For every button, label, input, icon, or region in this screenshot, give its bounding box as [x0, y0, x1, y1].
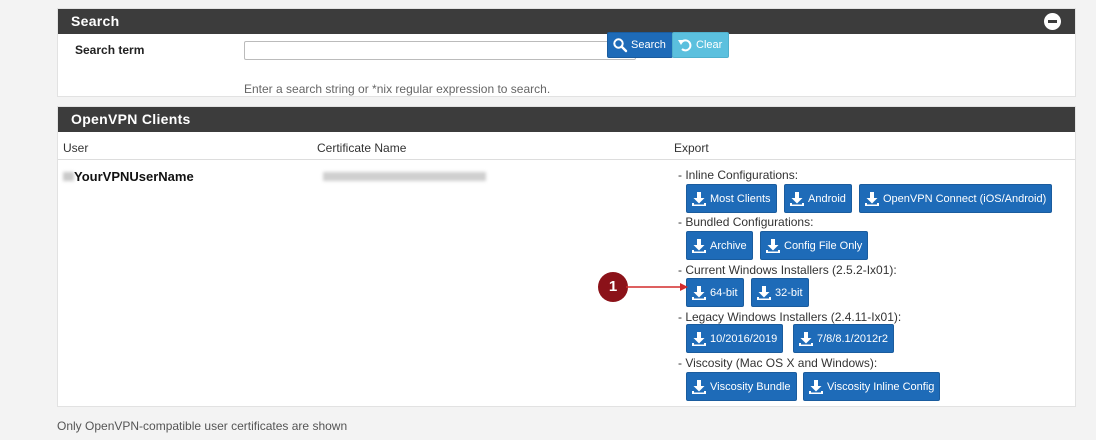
download-icon [691, 331, 707, 347]
config-file-only-label: Config File Only [784, 239, 863, 252]
redacted-certificate-name [323, 172, 486, 181]
download-icon [789, 191, 805, 207]
legacy-windows-installers-label: - Legacy Windows Installers (2.4.11-Ix01… [678, 310, 902, 324]
column-header-export: Export [674, 141, 709, 155]
download-icon [756, 285, 772, 301]
download-icon [808, 379, 824, 395]
search-input[interactable] [244, 41, 636, 60]
header-divider [58, 159, 1075, 160]
installer-32bit-label: 32-bit [775, 286, 803, 299]
viscosity-inline-config-button[interactable]: Viscosity Inline Config [803, 372, 941, 401]
callout-arrow [626, 283, 688, 291]
download-icon [691, 379, 707, 395]
legacy-installer-7-button[interactable]: 7/8/8.1/2012r2 [793, 324, 894, 353]
installer-32bit-button[interactable]: 32-bit [751, 278, 809, 307]
user-name: YourVPNUserName [74, 169, 194, 184]
legacy-installer-7-label: 7/8/8.1/2012r2 [817, 332, 888, 345]
android-label: Android [808, 192, 846, 205]
search-button[interactable]: Search [607, 32, 673, 58]
viscosity-label: - Viscosity (Mac OS X and Windows): [678, 356, 878, 370]
search-panel-heading: Search [58, 9, 1075, 34]
magnifier-icon [612, 37, 628, 53]
search-help-text: Enter a search string or *nix regular ex… [244, 82, 551, 96]
download-icon [765, 238, 781, 254]
most-clients-label: Most Clients [710, 192, 771, 205]
redacted-text [63, 172, 74, 181]
clear-button[interactable]: Clear [672, 32, 730, 58]
clients-panel-heading: OpenVPN Clients [58, 107, 1075, 132]
viscosity-bundle-button[interactable]: Viscosity Bundle [686, 372, 797, 401]
android-button[interactable]: Android [784, 184, 852, 213]
search-term-label: Search term [75, 43, 145, 57]
openvpn-connect-label: OpenVPN Connect (iOS/Android) [883, 192, 1047, 205]
download-icon [798, 331, 814, 347]
column-header-certificate: Certificate Name [317, 141, 407, 155]
viscosity-bundle-label: Viscosity Bundle [710, 380, 791, 393]
legacy-installer-10-label: 10/2016/2019 [710, 332, 778, 345]
clients-panel-title: OpenVPN Clients [71, 111, 191, 127]
download-icon [691, 191, 707, 207]
current-windows-installers-label: - Current Windows Installers (2.5.2-Ix01… [678, 263, 897, 277]
clear-button-label: Clear [696, 39, 723, 51]
download-icon [691, 238, 707, 254]
search-panel: Search Search term Enter a search string… [57, 8, 1076, 97]
config-file-only-button[interactable]: Config File Only [760, 231, 869, 260]
column-header-user: User [63, 141, 89, 155]
archive-label: Archive [710, 239, 747, 252]
archive-button[interactable]: Archive [686, 231, 753, 260]
clients-panel: OpenVPN Clients User Certificate Name Ex… [57, 106, 1076, 407]
bundled-configurations-label: - Bundled Configurations: [678, 215, 814, 229]
search-panel-title: Search [71, 13, 120, 29]
installer-64bit-button[interactable]: 64-bit [686, 278, 744, 307]
collapse-icon[interactable] [1044, 13, 1061, 30]
callout-badge: 1 [598, 272, 628, 302]
undo-icon [677, 37, 693, 53]
download-icon [691, 285, 707, 301]
installer-64bit-label: 64-bit [710, 286, 738, 299]
footer-note: Only OpenVPN-compatible user certificate… [57, 419, 348, 433]
download-icon [864, 191, 880, 207]
inline-configurations-label: - Inline Configurations: [678, 168, 799, 182]
openvpn-connect-button[interactable]: OpenVPN Connect (iOS/Android) [859, 184, 1053, 213]
viscosity-inline-config-label: Viscosity Inline Config [827, 380, 935, 393]
legacy-installer-10-button[interactable]: 10/2016/2019 [686, 324, 784, 353]
search-button-label: Search [631, 39, 666, 51]
most-clients-button[interactable]: Most Clients [686, 184, 777, 213]
